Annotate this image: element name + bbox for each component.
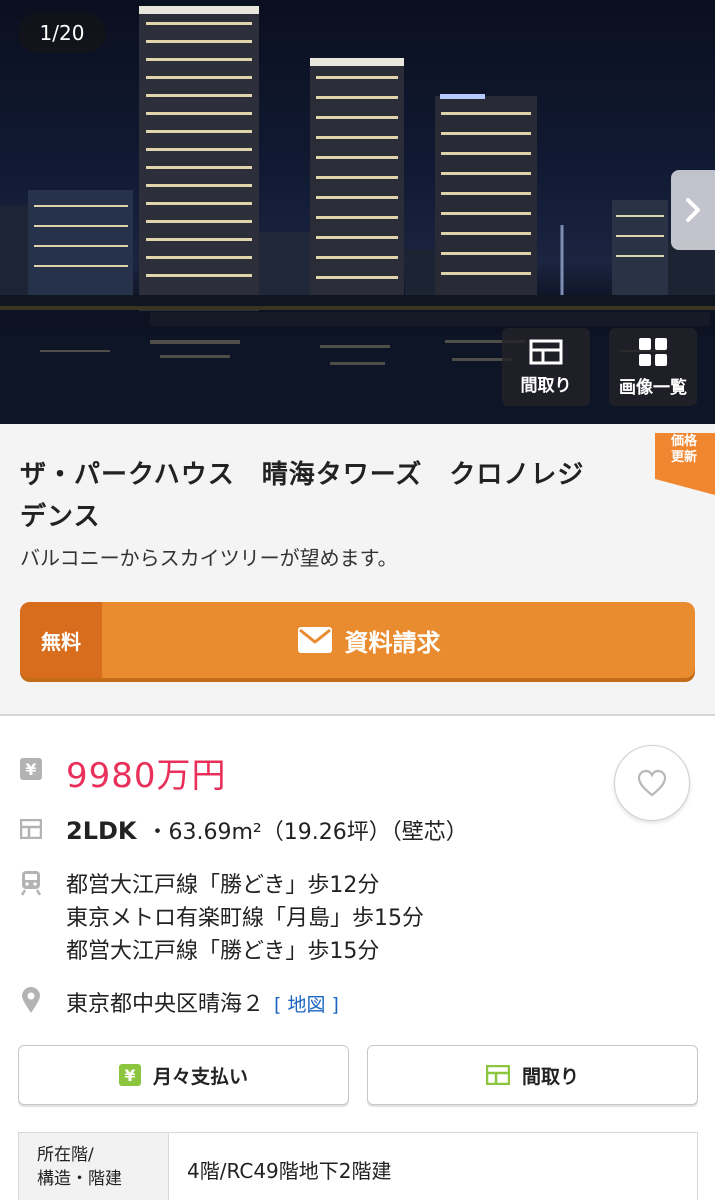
train-icon [20, 871, 42, 896]
address: 東京都中央区晴海２ [ 地図 ] [66, 986, 339, 1018]
floorplan-icon [485, 1065, 510, 1085]
hero-photo [0, 6, 715, 424]
floor-structure-value: 4階/RC49階地下2階建 [187, 1159, 392, 1183]
price: 9980万円 [66, 756, 227, 796]
station-access-1: 都営大江戸線「勝どき」歩12分 [66, 873, 380, 898]
property-title: ザ・パークハウス 晴海タワーズ クロノレジ デンス [20, 460, 585, 532]
layout-icon [20, 819, 42, 839]
station-access-3: 都営大江戸線「勝どき」歩15分 [66, 939, 380, 964]
free-label: 無料 [20, 602, 102, 678]
image-list-label: 画像一覧 [619, 377, 687, 398]
photo-gallery[interactable]: 1/20 間取り 画像一覧 [0, 0, 715, 424]
floorplan-button-label: 間取り [521, 1065, 579, 1088]
layout-area: 2LDK ・63.69m²（19.26坪）（壁芯） [66, 814, 468, 846]
floorplan-button[interactable]: 間取り [367, 1045, 698, 1105]
chevron-right-icon [686, 198, 700, 222]
price-updated-badge-text: 価格 更新 [670, 434, 697, 465]
map-link[interactable]: [ 地図 ] [274, 994, 339, 1016]
address-text: 東京都中央区晴海２ [66, 992, 265, 1017]
station-access-2: 東京メトロ有楽町線「月島」歩15分 [66, 906, 424, 931]
next-image-button[interactable] [671, 170, 715, 250]
image-list-button[interactable]: 画像一覧 [609, 328, 697, 406]
svg-text:¥: ¥ [124, 1066, 135, 1085]
map-pin-icon [22, 987, 40, 1013]
property-catchphrase: バルコニーからスカイツリーが望めます。 [20, 546, 398, 570]
favorite-button[interactable] [614, 745, 690, 821]
layout-type: 2LDK [66, 817, 137, 845]
yen-icon: ¥ [118, 1064, 141, 1086]
mail-icon [297, 627, 332, 653]
image-counter: 1/20 [18, 13, 106, 53]
property-header: 価格 更新 ザ・パークハウス 晴海タワーズ クロノレジ デンス バルコニーからス… [0, 424, 715, 716]
floor-structure-row: 所在階/ 構造・階建 4階/RC49階地下2階建 [18, 1132, 698, 1200]
monthly-payment-button[interactable]: ¥ 月々支払い [18, 1045, 349, 1105]
request-brochure-button[interactable]: 無料 資料請求 [20, 602, 695, 678]
request-brochure-label: 資料請求 [344, 628, 441, 657]
floorplan-view-button[interactable]: 間取り [502, 328, 590, 406]
yen-icon: ¥ [20, 758, 42, 780]
monthly-payment-label: 月々支払い [152, 1065, 248, 1088]
grid-icon [639, 337, 667, 366]
floor-structure-header: 所在階/ 構造・階建 [19, 1133, 169, 1200]
floorplan-view-label: 間取り [520, 375, 572, 396]
svg-text:¥: ¥ [25, 760, 36, 779]
floor-area: ・63.69m²（19.26坪）（壁芯） [146, 820, 468, 845]
heart-icon [637, 769, 667, 797]
floorplan-icon [529, 339, 563, 364]
